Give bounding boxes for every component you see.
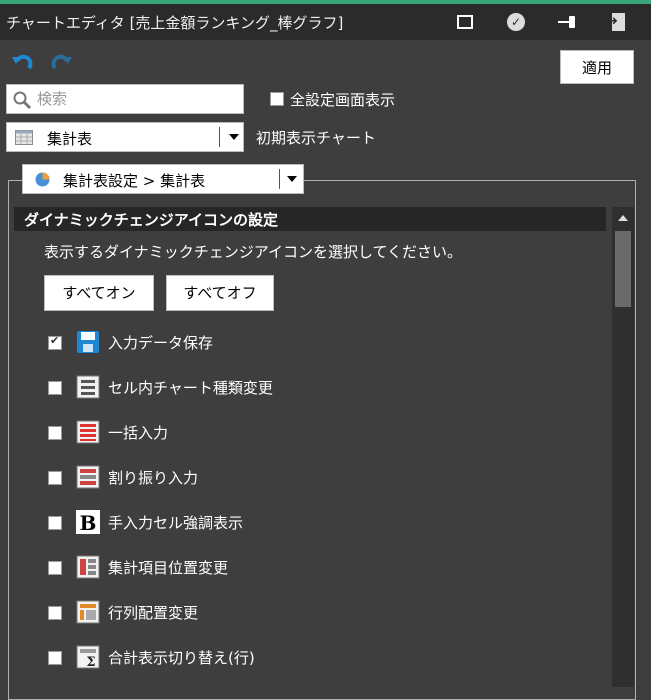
check-circle-icon: ✓	[507, 13, 525, 31]
item-checkbox[interactable]	[48, 516, 62, 530]
maximize-icon	[457, 15, 473, 29]
redo-icon	[51, 54, 72, 70]
section-title: ダイナミックチェンジアイコンの設定	[24, 211, 278, 229]
sum-toggle-icon: Σ	[76, 645, 100, 669]
full-settings-checkbox[interactable]	[270, 92, 284, 106]
item-checkbox[interactable]	[48, 606, 62, 620]
all-off-button[interactable]: すべてオフ	[166, 275, 274, 311]
section-header: ダイナミックチェンジアイコンの設定	[14, 207, 606, 231]
exit-button[interactable]: ➜	[604, 10, 630, 34]
item-checkbox[interactable]	[48, 334, 62, 350]
chevron-down-icon	[287, 176, 297, 182]
pin-button[interactable]	[555, 10, 581, 34]
all-on-button[interactable]: すべてオン	[44, 275, 154, 311]
initial-chart-select[interactable]: 集計表	[6, 122, 244, 152]
chevron-down-icon	[229, 134, 239, 140]
full-settings-label: 全設定画面表示	[290, 91, 396, 109]
settings-category-value: 集計表設定 > 集計表	[63, 172, 206, 190]
confirm-button[interactable]: ✓	[503, 10, 529, 34]
scrollbar-thumb[interactable]	[615, 231, 631, 307]
exit-icon: ➜	[607, 13, 627, 31]
item-checkbox[interactable]	[48, 381, 62, 395]
bold-b-icon: B	[76, 510, 100, 534]
search-input[interactable]	[37, 88, 237, 110]
item-checkbox[interactable]	[48, 471, 62, 485]
cell-chart-icon	[76, 375, 100, 399]
search-icon	[13, 91, 32, 110]
initial-chart-label: 初期表示チャート	[256, 129, 376, 147]
initial-chart-value: 集計表	[47, 130, 93, 148]
title-bar: チャートエディタ [売上金額ランキング_棒グラフ] ✓ ➜	[0, 4, 651, 40]
svg-text:B: B	[80, 511, 97, 534]
vertical-scrollbar[interactable]	[612, 207, 634, 687]
undo-icon	[12, 54, 33, 70]
item-checkbox[interactable]	[48, 651, 62, 665]
floppy-disk-icon	[77, 331, 99, 353]
item-checkbox[interactable]	[48, 426, 62, 440]
settings-category-select[interactable]: 集計表設定 > 集計表	[22, 164, 304, 194]
search-box	[6, 84, 244, 114]
item-checkbox[interactable]	[48, 561, 62, 575]
pin-icon	[558, 15, 578, 29]
table-icon	[15, 130, 33, 145]
apply-button[interactable]: 適用	[560, 50, 634, 84]
maximize-button[interactable]	[452, 10, 478, 34]
scroll-up-icon[interactable]	[618, 215, 628, 221]
instruction-text: 表示するダイナミックチェンジアイコンを選択してください。	[44, 243, 463, 261]
bulk-input-icon	[76, 420, 100, 444]
svg-text:Σ: Σ	[86, 655, 95, 669]
window-title: チャートエディタ [売上金額ランキング_棒グラフ]	[6, 14, 344, 32]
allocate-input-icon	[76, 465, 100, 489]
row-column-icon	[76, 600, 100, 624]
undo-button[interactable]	[10, 52, 34, 76]
redo-button[interactable]	[50, 52, 74, 76]
item-position-icon	[76, 555, 100, 579]
pie-chart-icon	[35, 172, 50, 187]
